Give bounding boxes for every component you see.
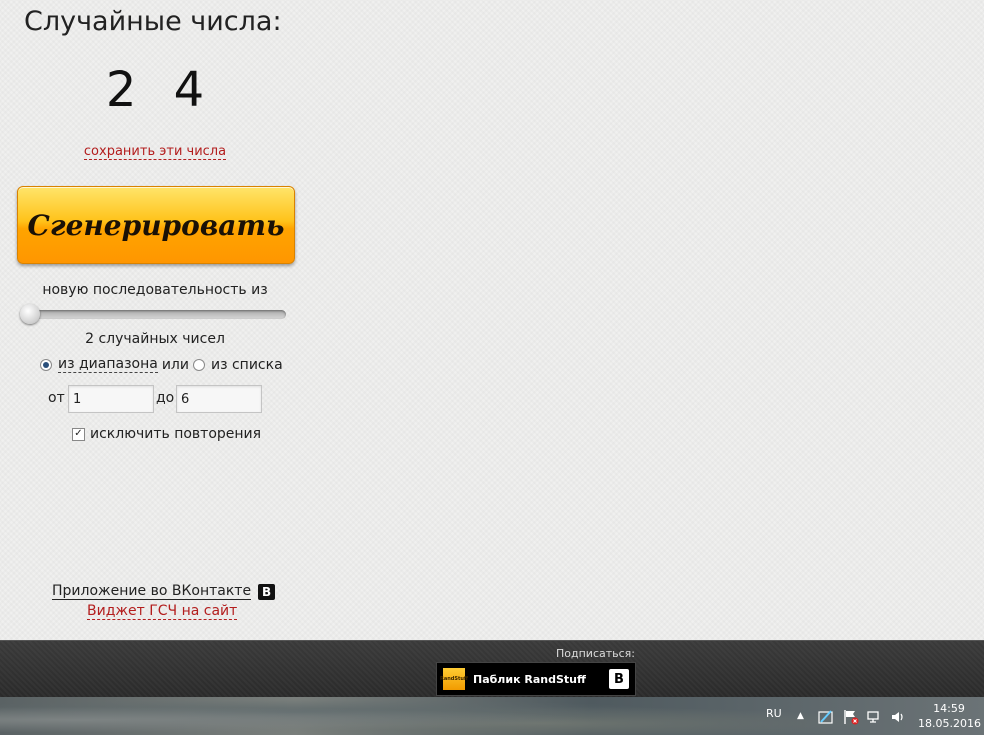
show-hidden-icons-icon[interactable]: ▲ xyxy=(797,711,804,721)
clock-date: 18.05.2016 xyxy=(918,717,981,730)
save-numbers-link-wrap: сохранить эти числа xyxy=(0,144,310,160)
clock-time: 14:59 xyxy=(933,702,965,715)
range-radio[interactable] xyxy=(40,358,52,371)
or-text: или xyxy=(161,356,189,373)
to-label: до xyxy=(156,390,175,406)
footer-bar: Подписаться: RandStuff Паблик RandStuff … xyxy=(0,640,984,698)
list-option-label[interactable]: из списка xyxy=(211,357,283,373)
page-title: Случайные числа: xyxy=(24,6,282,37)
exclude-repeats-checkbox[interactable]: ✓ xyxy=(72,427,85,441)
generate-button[interactable]: Сгенерировать xyxy=(17,186,295,264)
volume-icon[interactable] xyxy=(890,709,906,728)
public-name: Паблик RandStuff xyxy=(473,672,586,686)
widget-link[interactable]: Виджет ГСЧ на сайт xyxy=(87,603,238,620)
list-radio[interactable] xyxy=(192,358,205,371)
from-input[interactable] xyxy=(68,385,154,413)
count-slider-track[interactable] xyxy=(22,310,286,319)
main-panel: Случайные числа: 2 4 сохранить эти числа… xyxy=(0,0,984,640)
vk-icon[interactable]: В xyxy=(258,583,276,600)
save-numbers-link[interactable]: сохранить эти числа xyxy=(83,144,227,160)
subscribe-label: Подписаться: xyxy=(556,647,635,660)
language-indicator[interactable]: RU xyxy=(766,707,782,720)
count-label: 2 случайных чисел xyxy=(85,331,225,347)
exclude-repeats-label[interactable]: исключить повторения xyxy=(90,426,261,442)
vk-app-link-row: Приложение во ВКонтакте В xyxy=(52,583,276,600)
count-slider-handle[interactable] xyxy=(20,304,40,324)
randstuff-logo-icon: RandStuff xyxy=(440,668,468,690)
exclude-repeats-row: ✓ исключить повторения xyxy=(72,426,261,442)
widget-link-wrap: Виджет ГСЧ на сайт xyxy=(87,603,238,620)
pen-tray-icon[interactable] xyxy=(818,709,834,728)
vk-icon: В xyxy=(609,669,629,689)
range-option-label[interactable]: из диапазона xyxy=(58,356,158,373)
sequence-label: новую последовательность из xyxy=(42,282,268,298)
action-center-flag-icon[interactable] xyxy=(843,709,859,728)
mode-selector: из диапазона или из списка xyxy=(40,356,283,373)
clock[interactable]: 14:59 18.05.2016 xyxy=(918,701,981,731)
random-numbers-display: 2 4 xyxy=(105,62,205,118)
network-icon[interactable] xyxy=(866,709,882,728)
public-randstuff-button[interactable]: RandStuff Паблик RandStuff В xyxy=(436,662,636,696)
windows-taskbar: RU ▲ 14:59 18.05.2016 xyxy=(0,697,984,735)
vk-app-link[interactable]: Приложение во ВКонтакте xyxy=(52,583,252,600)
from-label: от xyxy=(48,390,65,406)
to-input[interactable] xyxy=(176,385,262,413)
